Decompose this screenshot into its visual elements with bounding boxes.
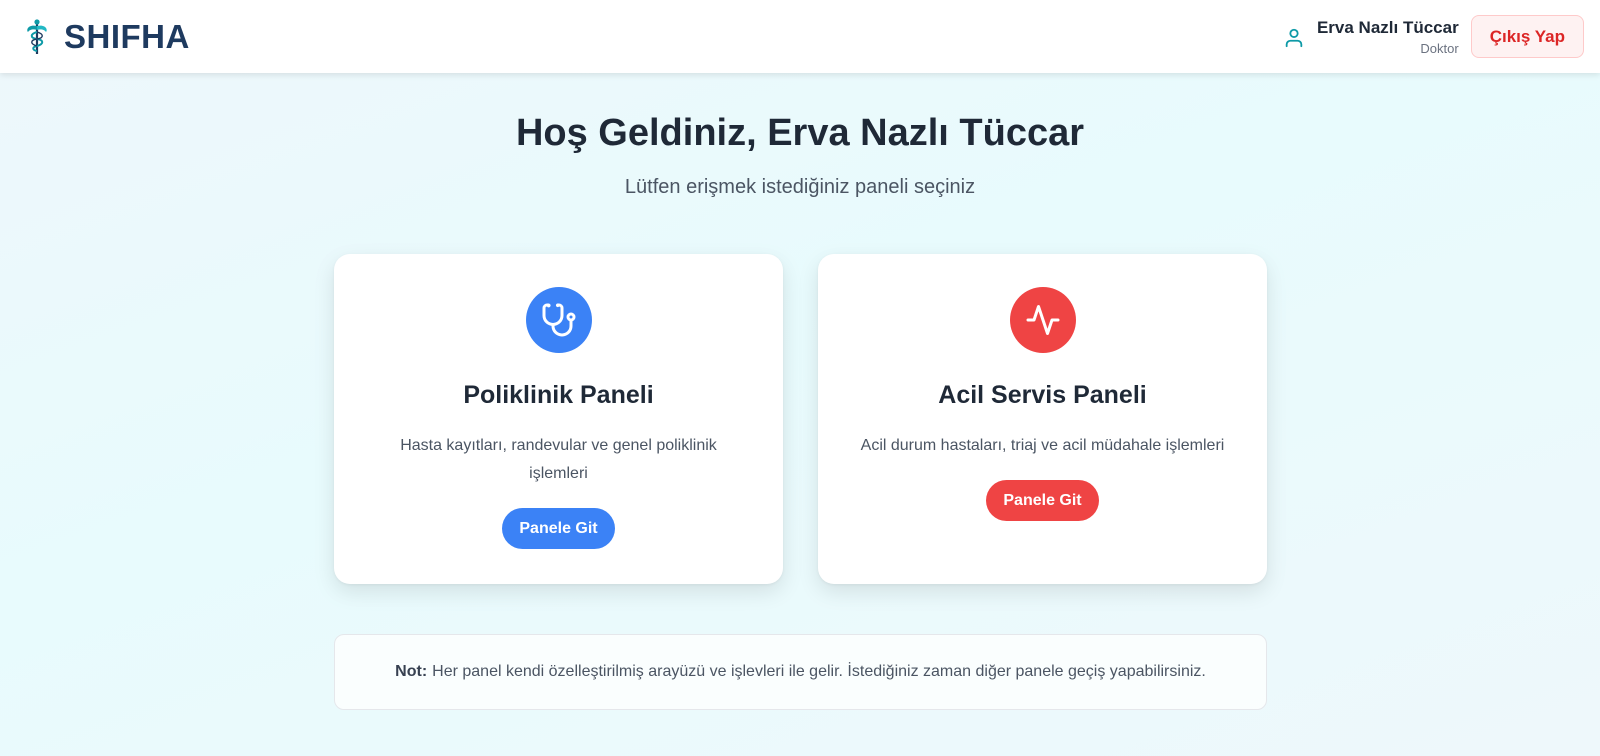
note-text: Her panel kendi özelleştirilmiş arayüzü … [432, 663, 1206, 680]
note-label: Not: [395, 663, 428, 680]
activity-icon [1026, 305, 1059, 335]
page-subtitle: Lütfen erişmek istediğiniz paneli seçini… [624, 176, 976, 198]
poliklinik-description: Hasta kayıtları, randevular ve genel pol… [400, 437, 717, 482]
acil-servis-title: Acil Servis Paneli [938, 381, 1147, 409]
poliklinik-go-button[interactable]: Panele Git [502, 508, 615, 549]
panel-card-poliklinik: Poliklinik Paneli Hasta kayıtları, rande… [334, 254, 783, 584]
user-info: Erva Nazlı Tüccar Doktor [1317, 18, 1459, 56]
stethoscope-icon [542, 303, 575, 337]
acil-servis-go-button[interactable]: Panele Git [986, 480, 1099, 521]
user-name: Erva Nazlı Tüccar [1316, 17, 1459, 37]
user-icon [1285, 28, 1303, 47]
page-title: Hoş Geldiniz, Erva Nazlı Tüccar [515, 112, 1085, 154]
brand-name: SHIFHA [64, 17, 190, 55]
acil-servis-description: Acil durum hastaları, triaj ve acil müda… [860, 437, 1225, 454]
poliklinik-title: Poliklinik Paneli [463, 381, 654, 409]
user-area: Erva Nazlı Tüccar Doktor Çıkış Yap [1283, 15, 1584, 58]
caduceus-logo-icon [27, 18, 47, 54]
logout-button[interactable]: Çıkış Yap [1470, 15, 1584, 58]
top-navbar: SHIFHA Erva Nazlı Tüccar Doktor Çıkış Ya… [0, 0, 1600, 73]
poliklinik-icon-badge [525, 287, 592, 353]
acil-servis-icon-badge [1009, 287, 1076, 353]
user-role: Doktor [1420, 40, 1459, 56]
panel-card-acil-servis: Acil Servis Paneli Acil durum hastaları,… [818, 254, 1267, 584]
brand[interactable]: SHIFHA [24, 18, 190, 56]
info-note: Not: Her panel kendi özelleştirilmiş ara… [334, 634, 1267, 710]
